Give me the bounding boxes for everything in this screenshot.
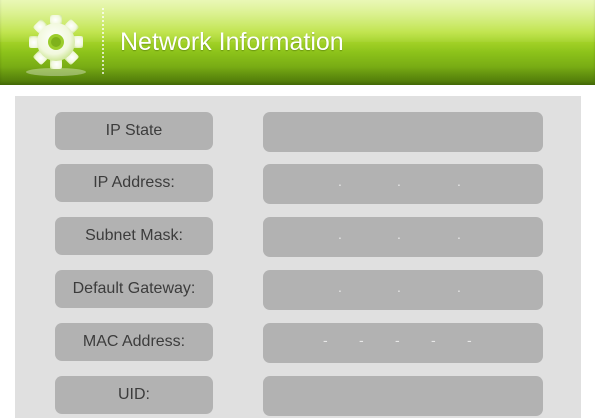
header-divider (102, 8, 104, 76)
uid-field (263, 376, 543, 416)
default-gateway-field: . . . (263, 270, 543, 310)
mac-address-separator: - (431, 332, 436, 348)
uid-label: UID: (55, 376, 213, 414)
ip-state-field (263, 112, 543, 152)
gear-icon (10, 6, 102, 78)
network-info-panel: IP State IP Address: . . . Subnet Mask: … (15, 96, 581, 418)
mac-address-field: - - - - - (263, 323, 543, 363)
mac-address-separator: - (467, 332, 472, 348)
header-bar: Network Information (0, 0, 595, 85)
ip-state-label: IP State (55, 112, 213, 150)
mac-address-separator: - (323, 332, 328, 348)
mac-address-label: MAC Address: (55, 323, 213, 361)
default-gateway-separator: . (457, 279, 461, 295)
ip-address-separator: . (338, 173, 342, 189)
ip-address-label: IP Address: (55, 164, 213, 202)
ip-address-separator: . (457, 173, 461, 189)
ip-address-separator: . (397, 173, 401, 189)
page-title: Network Information (120, 28, 344, 56)
default-gateway-label: Default Gateway: (55, 270, 213, 308)
subnet-mask-separator: . (338, 226, 342, 242)
subnet-mask-field: . . . (263, 217, 543, 257)
subnet-mask-separator: . (457, 226, 461, 242)
subnet-mask-separator: . (397, 226, 401, 242)
default-gateway-separator: . (397, 279, 401, 295)
mac-address-separator: - (359, 332, 364, 348)
default-gateway-separator: . (338, 279, 342, 295)
subnet-mask-label: Subnet Mask: (55, 217, 213, 255)
ip-address-field: . . . (263, 164, 543, 204)
mac-address-separator: - (395, 332, 400, 348)
